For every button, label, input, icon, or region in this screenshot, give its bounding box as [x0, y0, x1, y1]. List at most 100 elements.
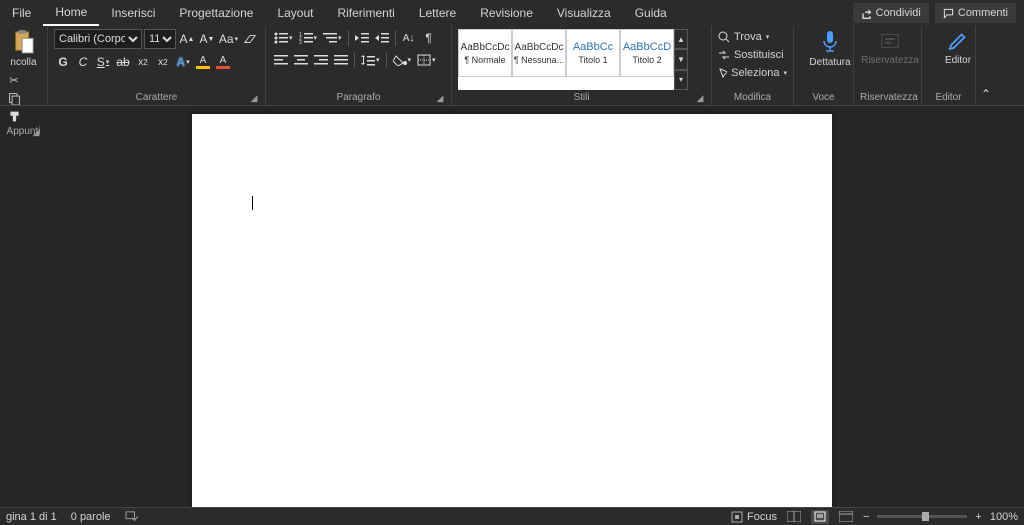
superscript-button[interactable]: x2 — [154, 53, 172, 71]
indent-button[interactable] — [373, 29, 391, 47]
style-no-spacing[interactable]: AaBbCcDc ¶ Nessuna... — [512, 29, 566, 77]
font-size-select[interactable]: 11 — [144, 29, 176, 49]
paragraph-group-label: Paragrafo ◢ — [272, 90, 445, 105]
indent-icon — [375, 32, 389, 44]
tab-layout[interactable]: Layout — [265, 0, 325, 26]
show-marks-button[interactable]: ¶ — [420, 29, 438, 47]
sort-icon: A↓ — [403, 33, 415, 44]
bold-button[interactable]: G — [54, 53, 72, 71]
zoom-thumb[interactable] — [922, 512, 929, 521]
scissors-icon: ✂ — [9, 74, 18, 87]
font-color-button[interactable]: A — [214, 53, 232, 71]
italic-button[interactable]: C — [74, 53, 92, 71]
tab-mailings[interactable]: Lettere — [407, 0, 468, 26]
tab-home[interactable]: Home — [43, 0, 99, 26]
numbering-button[interactable]: 123▾ — [297, 29, 320, 47]
voice-group-label: Voce — [800, 90, 847, 105]
comments-button[interactable]: Commenti — [935, 3, 1016, 23]
sensitivity-label: Riservatezza — [861, 55, 919, 66]
borders-icon — [417, 54, 431, 66]
numbering-icon: 123 — [299, 32, 313, 44]
replace-label: Sostituisci — [734, 49, 784, 61]
styles-down-button[interactable]: ▼ — [674, 49, 688, 69]
dictate-label: Dettatura — [809, 57, 850, 68]
dictate-button[interactable]: Dettatura — [800, 29, 860, 68]
share-button[interactable]: Condividi — [853, 3, 929, 23]
svg-text:3: 3 — [299, 40, 302, 44]
page-indicator[interactable]: gina 1 di 1 — [6, 511, 57, 523]
sensitivity-icon — [879, 29, 901, 51]
change-case-button[interactable]: Aa▾ — [218, 30, 239, 48]
zoom-level[interactable]: 100% — [990, 511, 1018, 523]
web-layout-button[interactable] — [837, 510, 855, 524]
paste-button[interactable]: ncolla — [6, 29, 41, 68]
paragraph-launcher[interactable]: ◢ — [435, 93, 445, 103]
text-effects-button[interactable]: A▾ — [174, 53, 192, 71]
document-area[interactable] — [0, 106, 1024, 507]
mic-icon — [820, 29, 840, 53]
font-launcher[interactable]: ◢ — [249, 93, 259, 103]
zoom-in-button[interactable]: + — [975, 511, 981, 523]
cut-button[interactable]: ✂ — [6, 72, 22, 88]
shrink-font-button[interactable]: A▼ — [198, 30, 216, 48]
find-button[interactable]: Trova▾ — [718, 29, 787, 45]
clipboard-group-label: Appunti ◢ — [6, 124, 41, 139]
style-heading1[interactable]: AaBbCc Titolo 1 — [566, 29, 620, 77]
highlight-button[interactable]: A — [194, 53, 212, 71]
chevron-up-icon: ⌃ — [981, 87, 991, 101]
print-layout-button[interactable] — [811, 510, 829, 524]
clear-format-button[interactable] — [241, 30, 259, 48]
font-name-select[interactable]: Calibri (Corpo) — [54, 29, 142, 49]
tab-references[interactable]: Riferimenti — [325, 0, 406, 26]
style-preview: AaBbCc — [573, 41, 613, 53]
select-button[interactable]: Seleziona▾ — [718, 65, 787, 81]
collapse-ribbon-button[interactable]: ⌃ — [976, 26, 996, 105]
style-heading2[interactable]: AaBbCcD Titolo 2 — [620, 29, 674, 77]
styles-up-button[interactable]: ▲ — [674, 29, 688, 49]
bullets-button[interactable]: ▾ — [272, 29, 295, 47]
outdent-button[interactable] — [353, 29, 371, 47]
tab-insert[interactable]: Inserisci — [99, 0, 167, 26]
justify-button[interactable] — [332, 51, 350, 69]
sort-button[interactable]: A↓ — [400, 29, 418, 47]
word-count[interactable]: 0 parole — [71, 511, 111, 523]
shading-button[interactable]: ▾ — [391, 51, 414, 69]
subscript-button[interactable]: x2 — [134, 53, 152, 71]
zoom-slider[interactable] — [877, 515, 967, 518]
find-label: Trova — [734, 31, 762, 43]
focus-icon — [731, 511, 743, 523]
underline-button[interactable]: S▾ — [94, 53, 112, 71]
align-left-button[interactable] — [272, 51, 290, 69]
clipboard-launcher[interactable]: ◢ — [31, 127, 41, 137]
tab-design[interactable]: Progettazione — [167, 0, 265, 26]
select-label: Seleziona — [731, 67, 779, 79]
multilevel-button[interactable]: ▾ — [321, 29, 344, 47]
tab-help[interactable]: Guida — [623, 0, 679, 26]
focus-mode-button[interactable]: Focus — [731, 511, 777, 523]
style-name: Titolo 2 — [632, 55, 661, 65]
style-name: ¶ Nessuna... — [514, 55, 564, 65]
align-right-button[interactable] — [312, 51, 330, 69]
tab-file[interactable]: File — [0, 0, 43, 26]
spellcheck-icon[interactable] — [125, 511, 139, 523]
copy-button[interactable] — [6, 90, 22, 106]
read-mode-button[interactable] — [785, 510, 803, 524]
copy-icon — [8, 92, 21, 105]
editor-label: Editor — [945, 55, 971, 66]
zoom-out-button[interactable]: − — [863, 511, 869, 523]
styles-launcher[interactable]: ◢ — [695, 93, 705, 103]
line-spacing-button[interactable]: ▾ — [359, 51, 382, 69]
replace-button[interactable]: Sostituisci — [718, 47, 787, 63]
style-normal[interactable]: AaBbCcDc ¶ Normale — [458, 29, 512, 77]
align-center-button[interactable] — [292, 51, 310, 69]
tab-view[interactable]: Visualizza — [545, 0, 623, 26]
format-painter-button[interactable] — [6, 108, 22, 124]
paste-label: ncolla — [10, 57, 36, 68]
strike-button[interactable]: ab — [114, 53, 132, 71]
borders-button[interactable]: ▾ — [415, 51, 438, 69]
styles-more-button[interactable]: ▾ — [674, 70, 688, 90]
replace-icon — [718, 49, 730, 61]
page[interactable] — [192, 114, 832, 507]
grow-font-button[interactable]: A▲ — [178, 30, 196, 48]
tab-review[interactable]: Revisione — [468, 0, 545, 26]
